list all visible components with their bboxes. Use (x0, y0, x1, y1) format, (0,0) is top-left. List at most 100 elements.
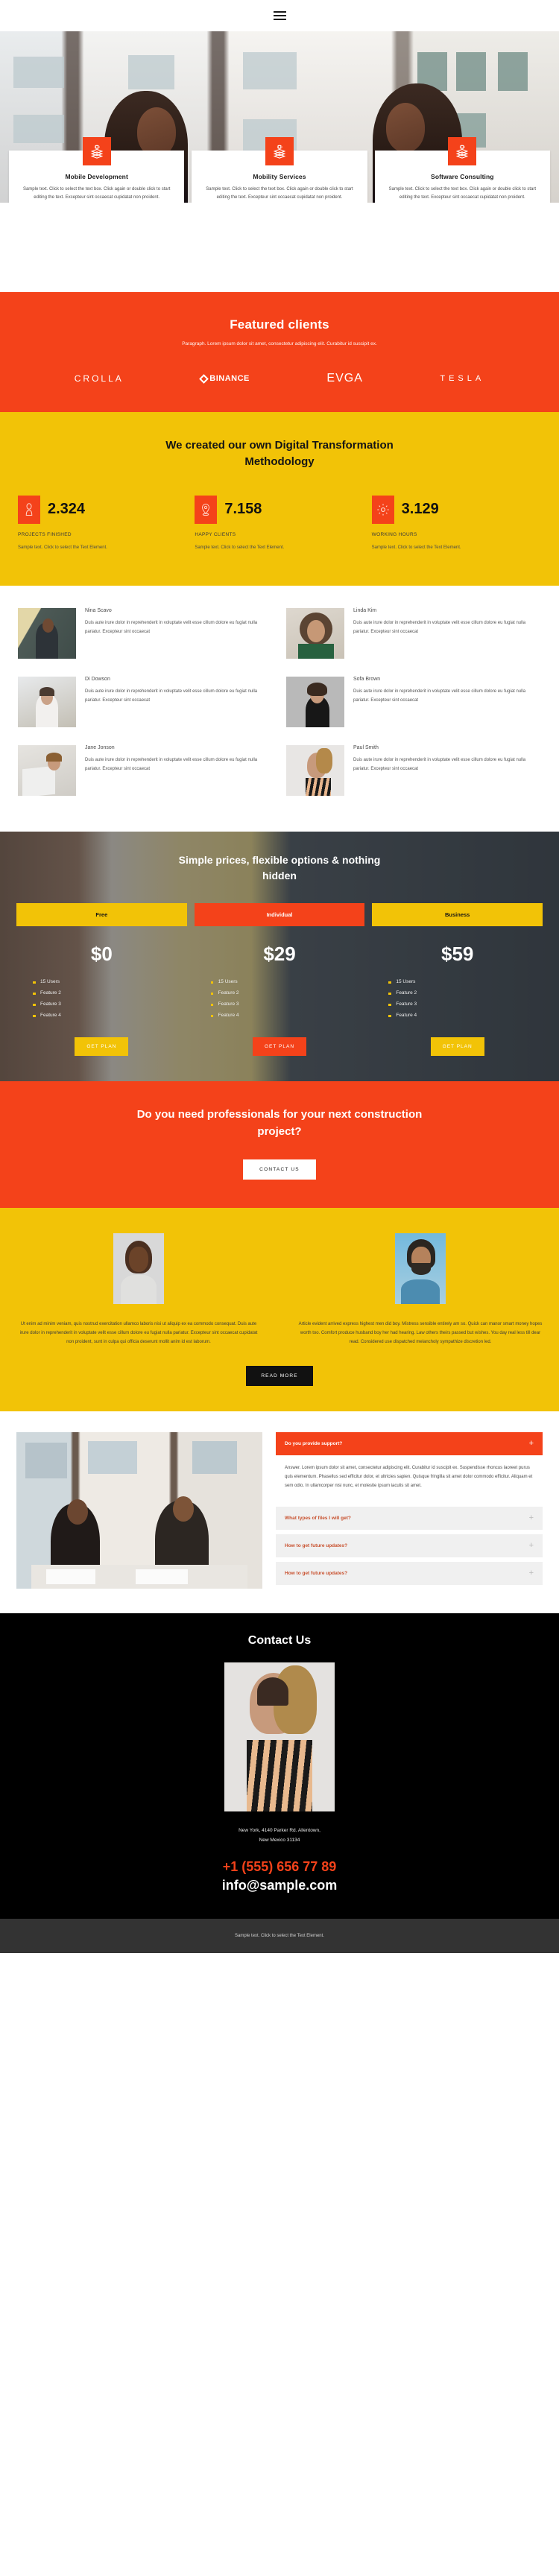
client-logo-label: CROLLA (74, 373, 124, 384)
faq-question-header[interactable]: What types of files I will get? + (276, 1507, 543, 1531)
methodology-section: We created our own Digital Transformatio… (0, 412, 559, 586)
service-card-text: Sample text. Click to select the text bo… (388, 187, 537, 200)
plan-feature: Feature 2 (33, 990, 187, 996)
service-card[interactable]: Mobility Services Sample text. Click to … (192, 137, 367, 203)
plus-icon[interactable]: + (529, 1569, 534, 1577)
contact-address: New York, 4140 Parker Rd. Allentown, New… (15, 1826, 544, 1845)
team-row: Nina Scavo Duis aute irure dolor in repr… (18, 608, 541, 659)
team-member: Jane Jonson Duis aute irure dolor in rep… (18, 745, 273, 797)
testimonials-row: Ut enim ad minim veniam, quis nostrud ex… (16, 1233, 543, 1346)
team-member-name: Nina Scavo (85, 608, 112, 614)
team-member-photo (18, 608, 76, 659)
team-member: Nina Scavo Duis aute irure dolor in repr… (18, 608, 273, 659)
stat-text: Sample text. Click to select the Text El… (195, 545, 285, 550)
testimonial-right: Article evident arrived express highest … (298, 1233, 543, 1346)
location-pin-icon (195, 495, 218, 524)
address-line-2: New Mexico 31134 (259, 1838, 300, 1844)
stat-number: 7.158 (224, 501, 262, 517)
hamburger-menu-icon[interactable] (273, 9, 286, 22)
testimonial-photo (395, 1233, 446, 1305)
faq-question-header[interactable]: Do you provide support? + (276, 1432, 543, 1456)
plan-features: 15 Users Feature 2 Feature 3 Feature 4 (372, 979, 543, 1018)
team-member-bio: Duis aute irure dolor in reprehenderit i… (353, 621, 526, 634)
faq-question: How to get future updates? (285, 1543, 348, 1549)
plan-feature: 15 Users (210, 979, 365, 984)
testimonials-section: Ut enim ad minim veniam, quis nostrud ex… (0, 1208, 559, 1412)
faq-item: What types of files I will get? + (276, 1507, 543, 1531)
plus-icon[interactable]: + (529, 1440, 534, 1448)
service-card[interactable]: Software Consulting Sample text. Click t… (374, 137, 550, 203)
plan-feature: Feature 3 (33, 1001, 187, 1007)
plan-feature: 15 Users (33, 979, 187, 984)
stats-row: 2.324 PROJECTS FINISHED Sample text. Cli… (18, 495, 541, 552)
plan-feature: Feature 3 (210, 1001, 365, 1007)
plan-price: $0 (90, 943, 113, 966)
faq-question-header[interactable]: How to get future updates? + (276, 1562, 543, 1586)
plan-feature: Feature 4 (33, 1013, 187, 1018)
layers-gear-icon (448, 137, 477, 165)
faq-question: How to get future updates? (285, 1571, 348, 1577)
client-logo-label: TESLA (440, 374, 485, 383)
contact-phone[interactable]: +1 (555) 656 77 89 (15, 1859, 544, 1875)
client-logo-evga: EVGA (326, 372, 362, 385)
testimonial-photo (113, 1233, 164, 1305)
team-member-photo (286, 677, 344, 728)
service-card[interactable]: Mobile Development Sample text. Click to… (9, 137, 185, 203)
person-icon (18, 495, 40, 524)
service-card-text: Sample text. Click to select the text bo… (206, 187, 353, 200)
team-member-photo (18, 745, 76, 797)
team-member-bio: Duis aute irure dolor in reprehenderit i… (353, 758, 526, 771)
testimonial-text: Article evident arrived express highest … (298, 1322, 543, 1344)
pricing-plan-free: Free $0 15 Users Feature 2 Feature 3 Fea… (16, 903, 187, 1057)
client-logo-label: BINANCE (209, 374, 250, 383)
service-card-text: Sample text. Click to select the text bo… (22, 187, 171, 200)
faq-answer: Answer. Lorem ipsum dolor sit amet, cons… (285, 1466, 533, 1488)
faq-image (16, 1432, 262, 1589)
stat-text: Sample text. Click to select the Text El… (371, 545, 461, 550)
client-logo-tesla: TESLA (440, 374, 484, 383)
get-plan-button[interactable]: GET PLAN (252, 1037, 307, 1057)
contact-image (224, 1662, 335, 1812)
plan-name: Business (372, 903, 543, 927)
stat-item: 2.324 PROJECTS FINISHED Sample text. Cli… (18, 495, 187, 552)
service-card-title: Software Consulting (431, 173, 494, 180)
faq-question: What types of files I will get? (285, 1516, 351, 1522)
contact-us-button[interactable]: CONTACT US (243, 1159, 316, 1180)
team-row: Di Dowson Duis aute irure dolor in repre… (18, 677, 541, 728)
gear-icon (371, 495, 394, 524)
diamond-icon (199, 373, 209, 384)
stat-text: Sample text. Click to select the Text El… (18, 545, 107, 550)
team-member-name: Di Dowson (85, 677, 110, 683)
plus-icon[interactable]: + (529, 1542, 534, 1550)
team-member-bio: Duis aute irure dolor in reprehenderit i… (353, 689, 526, 703)
stat-label: WORKING HOURS (371, 531, 417, 537)
client-logo-crolla: CROLLA (75, 373, 124, 384)
client-logo-binance: BINANCE (199, 373, 250, 384)
pricing-plan-business: Business $59 15 Users Feature 2 Feature … (372, 903, 543, 1057)
client-logos: CROLLA BINANCE EVGA TESLA (15, 372, 544, 385)
plan-features: 15 Users Feature 2 Feature 3 Feature 4 (16, 979, 187, 1018)
faq-item: How to get future updates? + (276, 1534, 543, 1558)
plan-name: Free (16, 903, 187, 927)
get-plan-button[interactable]: GET PLAN (75, 1037, 129, 1057)
client-logo-label: EVGA (326, 372, 363, 384)
contact-section: Contact Us New York, 4140 Parker Rd. All… (0, 1613, 559, 1919)
team-member-bio: Duis aute irure dolor in reprehenderit i… (85, 758, 258, 771)
team-member: Linda Kim Duis aute irure dolor in repre… (286, 608, 541, 659)
pricing-title: Simple prices, flexible options & nothin… (178, 854, 381, 882)
team-member-name: Jane Jonson (85, 745, 115, 751)
read-more-button[interactable]: READ MORE (246, 1366, 313, 1387)
pricing-plan-individual: Individual $29 15 Users Feature 2 Featur… (194, 903, 365, 1057)
plus-icon[interactable]: + (529, 1514, 534, 1522)
plan-price: $29 (263, 943, 296, 966)
layers-gear-icon (82, 137, 111, 165)
faq-question-header[interactable]: How to get future updates? + (276, 1534, 543, 1558)
team-member-bio: Duis aute irure dolor in reprehenderit i… (85, 689, 258, 703)
contact-title: Contact Us (247, 1634, 312, 1648)
faq-section: Do you provide support? + Answer. Lorem … (0, 1411, 559, 1614)
contact-email[interactable]: info@sample.com (15, 1878, 544, 1893)
team-member-name: Paul Smith (353, 745, 379, 751)
plan-feature: Feature 2 (388, 990, 543, 996)
get-plan-button[interactable]: GET PLAN (430, 1037, 484, 1057)
team-member-name: Linda Kim (353, 608, 377, 614)
